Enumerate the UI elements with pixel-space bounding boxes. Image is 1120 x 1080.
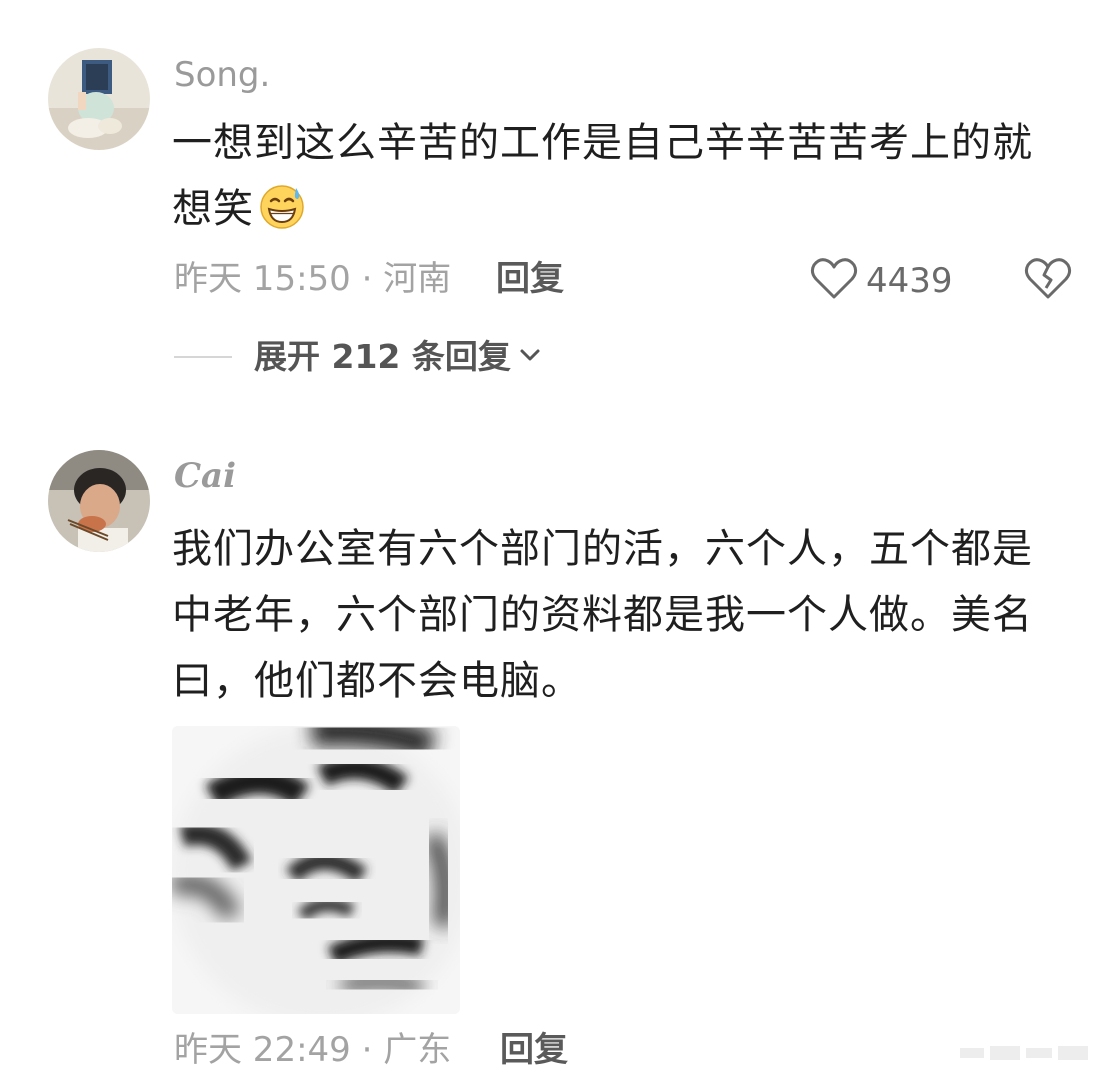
avatar-image xyxy=(48,450,150,552)
comment-text-line: 想笑 xyxy=(172,176,1072,250)
comment-text-line: 中老年，六个部门的资料都是我一个人做。美名 xyxy=(172,592,1033,638)
like-count: 4439 xyxy=(866,261,953,301)
dislike-button[interactable] xyxy=(1024,257,1072,305)
heart-outline-icon xyxy=(810,257,858,305)
avatar-image xyxy=(48,48,150,150)
like-button[interactable]: 4439 xyxy=(810,257,953,305)
comment-text-line: 曰，他们都不会电脑。 xyxy=(172,658,582,704)
comment-text: 我们办公室有六个部门的活，六个人，五个都是 中老年，六个部门的资料都是我一个人做… xyxy=(172,516,1072,714)
comment-list: Song. 一想到这么辛苦的工作是自己辛辛苦苦考上的就 想笑 昨天 15:50 … xyxy=(0,0,1120,1080)
chevron-down-icon xyxy=(519,347,541,367)
expand-replies-button[interactable]: 展开 212 条回复 xyxy=(174,340,541,373)
username[interactable]: Song. xyxy=(174,58,270,92)
watermark xyxy=(960,1040,1090,1066)
reply-button[interactable]: 回复 xyxy=(496,262,564,296)
username[interactable]: Cai xyxy=(174,459,236,493)
expand-replies-label: 展开 212 条回复 xyxy=(254,337,511,376)
comment-meta: 昨天 22:49 · 广东 xyxy=(174,1030,452,1070)
avatar[interactable] xyxy=(48,450,150,552)
comment-meta: 昨天 15:50 · 河南 xyxy=(174,259,452,299)
broken-heart-icon xyxy=(1024,258,1072,305)
avatar[interactable] xyxy=(48,48,150,150)
comment-sticker-image[interactable] xyxy=(172,726,460,1014)
grinning-sweat-emoji-icon xyxy=(258,182,306,250)
comment-text-line: 我们办公室有六个部门的活，六个人，五个都是 xyxy=(172,526,1033,572)
reply-button[interactable]: 回复 xyxy=(500,1033,568,1067)
comment-text-fragment: 想笑 xyxy=(172,186,254,232)
comment-text-line: 一想到这么辛苦的工作是自己辛辛苦苦考上的就 xyxy=(172,120,1033,166)
comment-text: 一想到这么辛苦的工作是自己辛辛苦苦考上的就 想笑 xyxy=(172,110,1072,250)
divider xyxy=(174,355,232,358)
